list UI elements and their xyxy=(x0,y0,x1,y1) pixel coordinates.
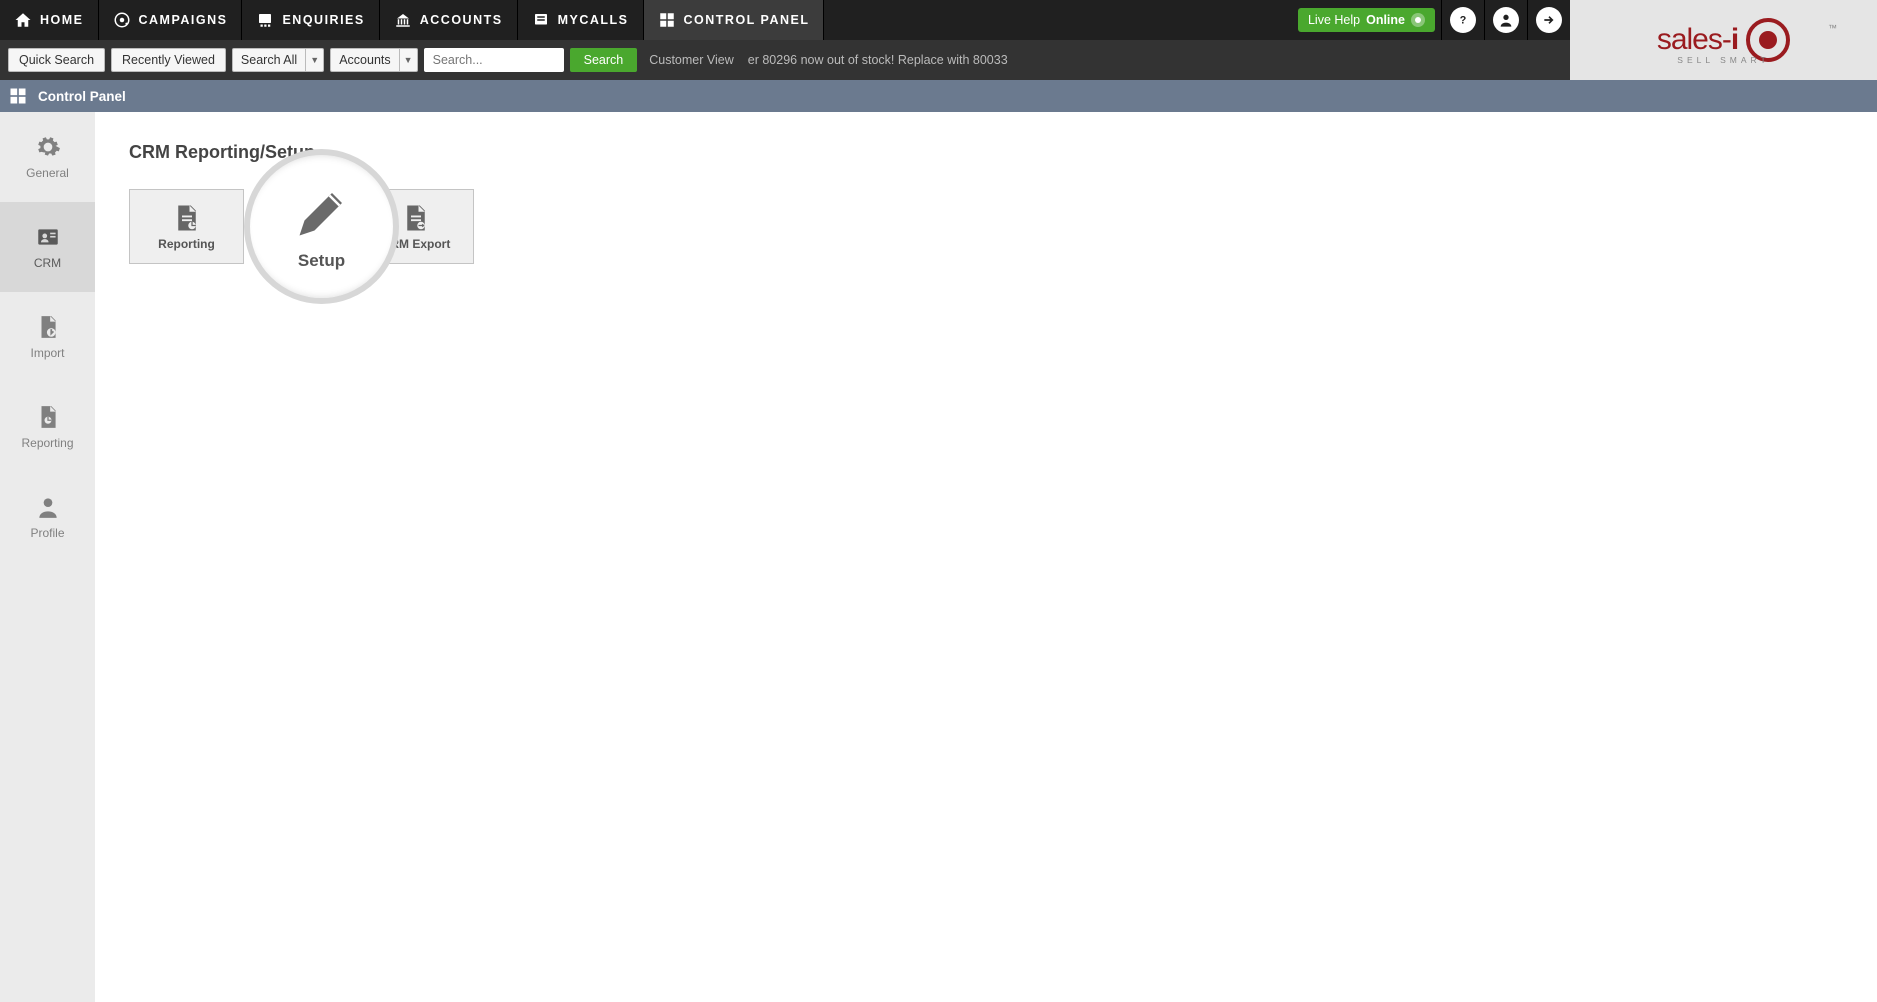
nav-home[interactable]: HOME xyxy=(0,0,99,40)
sidebar-item-label: Reporting xyxy=(21,436,73,450)
sidebar-item-reporting[interactable]: Reporting xyxy=(0,382,95,472)
search-toolbar: Quick Search Recently Viewed Search All … xyxy=(0,40,1570,80)
topnav-right-icons: ? xyxy=(1441,0,1570,40)
sidebar-item-general[interactable]: General xyxy=(0,112,95,202)
search-button[interactable]: Search xyxy=(570,48,638,72)
search-scope-select[interactable]: Search All ▼ xyxy=(232,48,324,72)
ticker-text: er 80296 now out of stock! Replace with … xyxy=(748,53,1008,67)
nav-label: MYCALLS xyxy=(558,13,629,27)
nav-label: HOME xyxy=(40,13,84,27)
control-panel-icon xyxy=(658,11,676,29)
home-icon xyxy=(14,11,32,29)
sidebar-item-crm[interactable]: CRM xyxy=(0,202,95,292)
nav-accounts[interactable]: ACCOUNTS xyxy=(380,0,518,40)
nav-label: ENQUIRIES xyxy=(282,13,364,27)
tile-reporting[interactable]: Reporting xyxy=(129,189,244,264)
chevron-down-icon: ▼ xyxy=(399,49,417,71)
tile-setup[interactable]: Setup xyxy=(244,149,399,304)
sidebar-item-label: Import xyxy=(30,346,64,360)
report-icon xyxy=(35,404,61,430)
search-input[interactable] xyxy=(433,53,555,67)
sidebar-item-label: CRM xyxy=(34,256,61,270)
page-title-bar: Control Panel xyxy=(0,80,1877,112)
live-help-state: Online xyxy=(1366,13,1405,27)
chevron-down-icon: ▼ xyxy=(305,49,323,71)
sidebar-item-label: General xyxy=(26,166,69,180)
sidebar-item-profile[interactable]: Profile xyxy=(0,472,95,562)
online-indicator-icon xyxy=(1411,13,1425,27)
nav-enquiries[interactable]: ENQUIRIES xyxy=(242,0,379,40)
user-icon xyxy=(1498,12,1514,28)
help-icon: ? xyxy=(1455,12,1471,28)
sidebar-item-label: Profile xyxy=(30,526,64,540)
gear-icon xyxy=(35,134,61,160)
side-nav: General CRM Import Reporting Profile xyxy=(0,112,95,1002)
campaign-icon xyxy=(113,11,131,29)
page-title: Control Panel xyxy=(38,89,126,104)
tile-label: Reporting xyxy=(158,237,215,251)
nav-mycalls[interactable]: MYCALLS xyxy=(518,0,644,40)
top-nav: HOME CAMPAIGNS ENQUIRIES ACCOUNTS MYCALL… xyxy=(0,0,1570,40)
live-help-pre: Live Help xyxy=(1308,13,1360,27)
crm-icon xyxy=(35,224,61,250)
control-panel-icon xyxy=(8,86,28,106)
quick-search-button[interactable]: Quick Search xyxy=(8,48,105,72)
import-icon xyxy=(35,314,61,340)
nav-control-panel[interactable]: CONTROL PANEL xyxy=(644,0,825,40)
page-heading: CRM Reporting/Setup xyxy=(129,142,1843,163)
search-entity-select[interactable]: Accounts ▼ xyxy=(330,48,417,72)
logo-tagline: SELL SMART xyxy=(1677,55,1769,65)
nav-label: CONTROL PANEL xyxy=(684,13,810,27)
nav-campaigns[interactable]: CAMPAIGNS xyxy=(99,0,243,40)
live-help-button[interactable]: Live Help Online xyxy=(1298,8,1435,32)
sidebar-item-import[interactable]: Import xyxy=(0,292,95,382)
pencil-icon xyxy=(292,183,352,243)
nav-label: CAMPAIGNS xyxy=(139,13,228,27)
select-label: Accounts xyxy=(331,53,398,67)
report-doc-icon xyxy=(172,203,202,233)
accounts-icon xyxy=(394,11,412,29)
tile-label: Setup xyxy=(298,251,345,271)
user-button[interactable] xyxy=(1484,0,1527,40)
profile-icon xyxy=(35,494,61,520)
mycalls-icon xyxy=(532,11,550,29)
svg-text:?: ? xyxy=(1460,14,1467,26)
recently-viewed-button[interactable]: Recently Viewed xyxy=(111,48,226,72)
content-area: CRM Reporting/Setup Reporting CRM Export… xyxy=(95,112,1877,1002)
enquiry-icon xyxy=(256,11,274,29)
logo-brand-a: sales- xyxy=(1657,23,1731,56)
logo-brand-b: i xyxy=(1731,23,1738,56)
logout-button[interactable] xyxy=(1527,0,1570,40)
logo-tm: ™ xyxy=(1828,23,1837,33)
export-doc-icon xyxy=(401,203,431,233)
search-input-wrap xyxy=(424,48,564,72)
tile-row: Reporting CRM Export Setup xyxy=(129,189,1843,264)
nav-label: ACCOUNTS xyxy=(420,13,503,27)
customer-view-label: Customer View xyxy=(649,53,734,67)
help-button[interactable]: ? xyxy=(1441,0,1484,40)
select-label: Search All xyxy=(233,53,305,67)
brand-logo: sales-i SELL SMART ™ xyxy=(1570,0,1877,80)
logout-arrow-icon xyxy=(1541,12,1557,28)
